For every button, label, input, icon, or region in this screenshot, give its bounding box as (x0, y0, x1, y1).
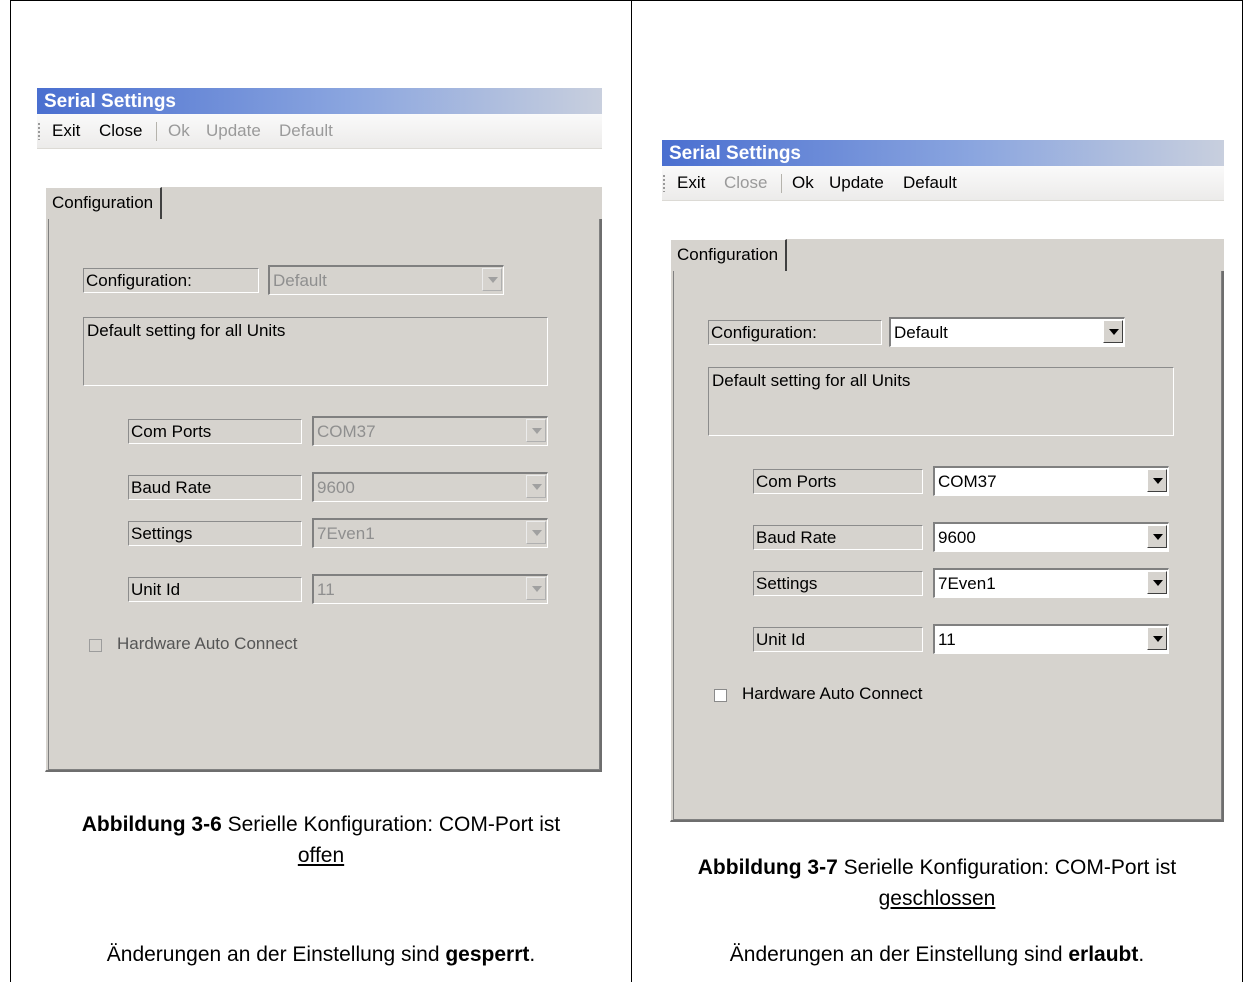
configuration-description: Default setting for all Units (83, 317, 548, 386)
chevron-down-icon[interactable] (526, 475, 546, 498)
configuration-description: Default setting for all Units (708, 367, 1174, 436)
table-divider (631, 0, 632, 982)
unit-id-value: 11 (938, 630, 956, 649)
figure-caption-right: Abbildung 3-7 Serielle Konfiguration: CO… (636, 852, 1238, 914)
hardware-auto-connect-checkbox[interactable] (89, 639, 102, 652)
caption-number: Abbildung 3-6 (81, 813, 222, 836)
com-ports-value: COM37 (317, 422, 376, 441)
note-right: Änderungen an der Einstellung sind erlau… (636, 939, 1238, 970)
com-ports-label: Com Ports (128, 419, 302, 444)
update-button[interactable]: Update (206, 114, 261, 148)
unit-id-label: Unit Id (128, 577, 302, 602)
toolbar-grip-icon (663, 175, 665, 192)
table-border-top (10, 0, 1243, 1)
tab-strip: Configuration (670, 239, 1224, 271)
chevron-down-icon[interactable] (526, 577, 546, 600)
update-button[interactable]: Update (829, 166, 884, 200)
serial-settings-window-open: Serial Settings Exit Close Ok Update Def… (37, 88, 602, 772)
chevron-down-icon[interactable] (482, 268, 502, 291)
note-text: Änderungen an der Einstellung sind (729, 943, 1069, 966)
com-ports-select[interactable]: COM37 (933, 466, 1169, 496)
settings-label: Settings (128, 521, 302, 546)
chevron-down-icon[interactable] (1147, 571, 1167, 594)
table-border-right (1242, 0, 1243, 982)
settings-value: 7Even1 (938, 574, 996, 593)
ok-button[interactable]: Ok (792, 166, 814, 200)
settings-select[interactable]: 7Even1 (312, 518, 548, 548)
com-ports-select[interactable]: COM37 (312, 416, 548, 446)
exit-button[interactable]: Exit (677, 166, 705, 200)
hardware-auto-connect-checkbox[interactable] (714, 689, 727, 702)
unit-id-select[interactable]: 11 (312, 574, 548, 604)
com-ports-label: Com Ports (753, 469, 923, 494)
exit-button[interactable]: Exit (52, 114, 80, 148)
baud-rate-label: Baud Rate (753, 525, 923, 550)
configuration-panel: Configuration: Default Default setting f… (45, 219, 602, 772)
serial-settings-window-closed: Serial Settings Exit Close Ok Update Def… (662, 140, 1224, 822)
configuration-panel: Configuration: Default Default setting f… (670, 271, 1224, 822)
caption-text: Serielle Konfiguration: COM-Port ist (221, 813, 561, 836)
window-title: Serial Settings (662, 140, 1224, 166)
baud-rate-value: 9600 (317, 478, 355, 497)
chevron-down-icon[interactable] (526, 419, 546, 442)
baud-rate-select[interactable]: 9600 (933, 522, 1169, 552)
chevron-down-icon[interactable] (1103, 320, 1123, 343)
note-end: . (529, 943, 536, 966)
caption-number: Abbildung 3-7 (697, 856, 838, 879)
default-button[interactable]: Default (903, 166, 957, 200)
hardware-auto-connect-label: Hardware Auto Connect (742, 684, 923, 703)
configuration-label: Configuration: (83, 268, 259, 293)
default-button[interactable]: Default (279, 114, 333, 148)
note-status: gesperrt (445, 943, 530, 966)
chevron-down-icon[interactable] (1147, 525, 1167, 548)
chevron-down-icon[interactable] (526, 521, 546, 544)
tab-strip: Configuration (45, 187, 602, 219)
toolbar-grip-icon (38, 123, 40, 140)
note-status: erlaubt (1068, 943, 1139, 966)
unit-id-value: 11 (317, 580, 335, 599)
ok-button[interactable]: Ok (168, 114, 190, 148)
configuration-label: Configuration: (708, 320, 882, 345)
chevron-down-icon[interactable] (1147, 469, 1167, 492)
configuration-select[interactable]: Default (889, 317, 1125, 347)
figure-caption-left: Abbildung 3-6 Serielle Konfiguration: CO… (16, 809, 626, 871)
toolbar: Exit Close Ok Update Default (662, 166, 1224, 201)
configuration-select[interactable]: Default (268, 265, 504, 295)
toolbar-separator (156, 122, 157, 141)
tab-configuration[interactable]: Configuration (670, 239, 788, 271)
close-button[interactable]: Close (724, 166, 767, 200)
caption-status: offen (297, 844, 345, 867)
caption-text: Serielle Konfiguration: COM-Port ist (837, 856, 1177, 879)
com-ports-value: COM37 (938, 472, 997, 491)
tab-configuration[interactable]: Configuration (45, 187, 163, 219)
configuration-value: Default (273, 271, 327, 290)
configuration-value: Default (894, 323, 948, 342)
baud-rate-label: Baud Rate (128, 475, 302, 500)
close-button[interactable]: Close (99, 114, 142, 148)
caption-status: geschlossen (878, 887, 996, 910)
window-title: Serial Settings (37, 88, 602, 114)
baud-rate-select[interactable]: 9600 (312, 472, 548, 502)
settings-value: 7Even1 (317, 524, 375, 543)
note-text: Änderungen an der Einstellung sind (106, 943, 446, 966)
settings-label: Settings (753, 571, 923, 596)
note-left: Änderungen an der Einstellung sind gespe… (16, 939, 626, 970)
toolbar-separator (781, 174, 782, 193)
baud-rate-value: 9600 (938, 528, 976, 547)
unit-id-select[interactable]: 11 (933, 624, 1169, 654)
table-border-left (10, 0, 11, 982)
chevron-down-icon[interactable] (1147, 627, 1167, 650)
unit-id-label: Unit Id (753, 627, 923, 652)
hardware-auto-connect-label: Hardware Auto Connect (117, 634, 298, 653)
toolbar: Exit Close Ok Update Default (37, 114, 602, 149)
settings-select[interactable]: 7Even1 (933, 568, 1169, 598)
note-end: . (1138, 943, 1145, 966)
